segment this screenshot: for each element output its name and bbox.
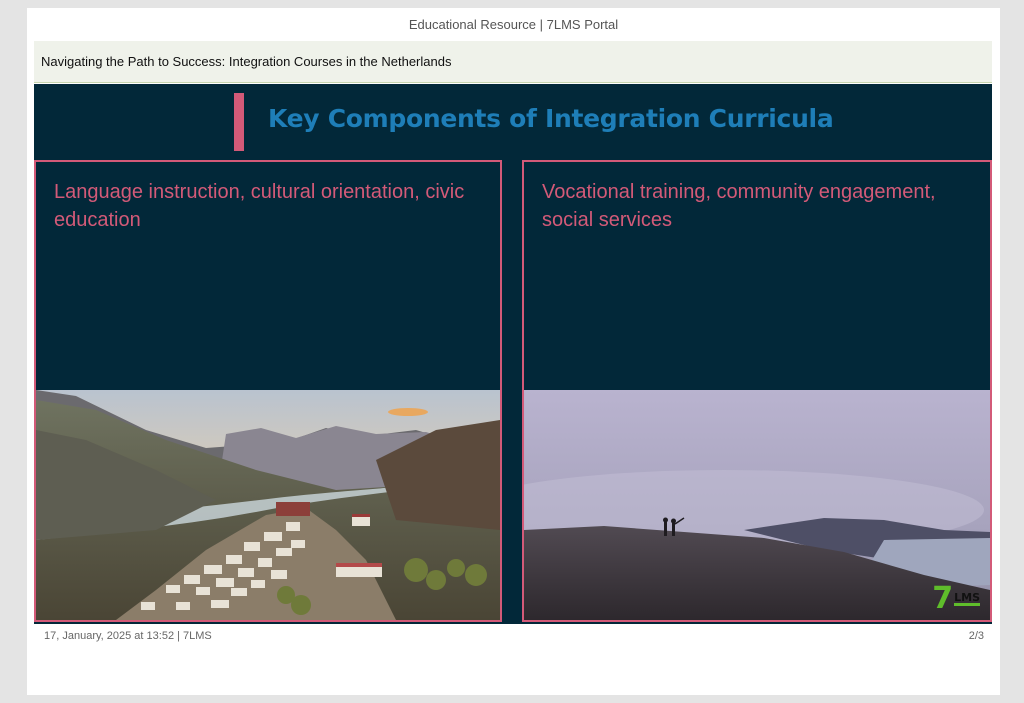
footer: 17, January, 2025 at 13:52 | 7LMS 2/3 — [44, 628, 984, 646]
7lms-logo: 7 LMS — [932, 584, 980, 614]
footer-timestamp: 17, January, 2025 at 13:52 | 7LMS — [44, 630, 212, 642]
logo-seven: 7 — [932, 581, 954, 616]
course-title: Navigating the Path to Success: Integrat… — [41, 54, 452, 69]
course-title-bar: Navigating the Path to Success: Integrat… — [34, 41, 992, 83]
title-accent-bar — [234, 93, 244, 151]
slide-title: Key Components of Integration Curricula — [268, 104, 834, 133]
left-column: Language instruction, cultural orientati… — [34, 160, 502, 622]
page-indicator: 2/3 — [968, 630, 984, 642]
slide: Key Components of Integration Curricula … — [34, 84, 992, 624]
mountain-monastery-image — [36, 390, 500, 620]
left-column-text: Language instruction, cultural orientati… — [54, 181, 465, 231]
portal-header-title: Educational Resource | 7LMS Portal — [408, 17, 619, 32]
logo-lms: LMS — [954, 591, 980, 606]
portal-page: Educational Resource | 7LMS Portal Navig… — [27, 8, 1000, 695]
right-column: Vocational training, community engagemen… — [522, 160, 992, 622]
right-column-text: Vocational training, community engagemen… — [542, 181, 936, 231]
misty-hilltop-image: 7 LMS — [524, 390, 990, 620]
